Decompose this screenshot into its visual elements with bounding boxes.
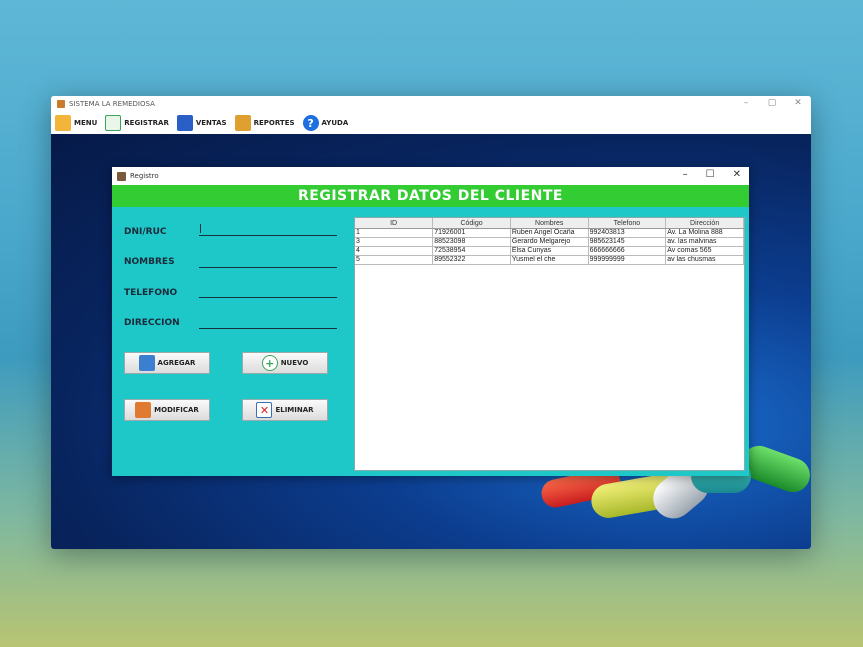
delete-icon: ✕	[256, 402, 273, 418]
table-cell: av. las malvinas	[665, 237, 744, 247]
button-label: ELIMINAR	[275, 406, 314, 414]
menu-item-label: AYUDA	[321, 119, 349, 127]
menu-item-label: VENTAS	[195, 119, 227, 127]
menu-item-ventas[interactable]: VENTAS	[176, 115, 227, 131]
button-label: AGREGAR	[157, 359, 196, 367]
column-header-codigo[interactable]: Código	[432, 218, 511, 229]
button-label: NUEVO	[280, 359, 309, 367]
nuevo-button[interactable]: + NUEVO	[242, 352, 328, 374]
save-icon	[138, 355, 155, 371]
header-banner: REGISTRAR DATOS DEL CLIENTE	[112, 185, 749, 207]
direccion-label: DIRECCION	[124, 318, 180, 328]
clients-table-panel: ID Código Nombres Telefono Dirección 1 7…	[354, 217, 745, 471]
nombres-field[interactable]	[199, 267, 337, 268]
report-icon	[234, 115, 251, 131]
column-header-id[interactable]: ID	[355, 218, 434, 229]
table-cell: Av comas 565	[665, 246, 744, 256]
minimize-icon[interactable]: –	[683, 169, 688, 180]
telefono-label: TELEFONO	[124, 288, 178, 298]
menu-item-reportes[interactable]: REPORTES	[234, 115, 295, 131]
dialog-title: Registro	[130, 172, 159, 180]
menu-item-label: REPORTES	[253, 119, 295, 127]
table-cell: Gerardo Melgarejo	[510, 237, 589, 247]
table-cell: Elsa Cunyas	[510, 246, 589, 256]
table-row[interactable]: 1 71926001 Ruben Angel Ocaña 992403813 A…	[355, 228, 744, 238]
clients-table: ID Código Nombres Telefono Dirección 1 7…	[355, 218, 744, 265]
table-cell: 999999999	[588, 255, 667, 265]
table-cell: 5	[355, 255, 434, 265]
register-icon	[105, 115, 122, 131]
main-window-title: SISTEMA LA REMEDIOSA	[69, 100, 155, 108]
modificar-button[interactable]: MODIFICAR	[124, 399, 210, 421]
app-icon	[57, 100, 65, 108]
table-cell: 992403813	[588, 228, 667, 238]
dni-ruc-label: DNI/RUC	[124, 227, 167, 237]
telefono-field[interactable]	[199, 297, 337, 298]
menu-item-menu[interactable]: MENU	[55, 115, 97, 131]
eliminar-button[interactable]: ✕ ELIMINAR	[242, 399, 328, 421]
table-cell: 3	[355, 237, 434, 247]
table-cell: 985623145	[588, 237, 667, 247]
page-title: REGISTRAR DATOS DEL CLIENTE	[297, 188, 563, 204]
column-header-telefono[interactable]: Telefono	[588, 218, 667, 229]
table-cell: 666666666	[588, 246, 667, 256]
registro-dialog: Registro – ☐ ✕ REGISTRAR DATOS DEL CLIEN…	[112, 167, 749, 476]
column-header-nombres[interactable]: Nombres	[510, 218, 589, 229]
menubar: MENU REGISTRAR VENTAS REPORTES ? AYUDA	[51, 112, 811, 134]
menu-item-ayuda[interactable]: ? AYUDA	[302, 115, 349, 131]
close-icon[interactable]: ✕	[793, 98, 803, 108]
store-icon	[176, 115, 193, 131]
table-cell: 4	[355, 246, 434, 256]
add-icon: +	[261, 355, 278, 371]
table-row[interactable]: 5 89552322 Yusmel el che 999999999 av la…	[355, 255, 744, 265]
table-row[interactable]: 4 72538954 Elsa Cunyas 666666666 Av coma…	[355, 246, 744, 256]
maximize-icon[interactable]: ☐	[706, 169, 715, 180]
main-titlebar: SISTEMA LA REMEDIOSA – ▢ ✕	[51, 96, 811, 112]
table-cell: av las chusmas	[665, 255, 744, 265]
text-caret	[200, 224, 201, 233]
folder-icon	[55, 115, 71, 131]
help-icon: ?	[302, 115, 319, 131]
menu-item-registrar[interactable]: REGISTRAR	[105, 115, 169, 131]
table-row[interactable]: 3 88523098 Gerardo Melgarejo 985623145 a…	[355, 237, 744, 247]
dialog-controls: – ☐ ✕	[683, 169, 741, 180]
table-cell: 72538954	[432, 246, 511, 256]
minimize-icon[interactable]: –	[741, 98, 751, 108]
nombres-label: NOMBRES	[124, 257, 175, 267]
menu-item-label: REGISTRAR	[124, 119, 169, 127]
column-header-direccion[interactable]: Dirección	[665, 218, 744, 229]
menu-item-label: MENU	[74, 119, 98, 127]
close-icon[interactable]: ✕	[733, 169, 741, 180]
direccion-field[interactable]	[199, 328, 337, 329]
table-header-row: ID Código Nombres Telefono Dirección	[355, 218, 744, 229]
edit-icon	[135, 402, 152, 418]
dialog-titlebar: Registro – ☐ ✕	[112, 167, 749, 185]
table-cell: Ruben Angel Ocaña	[510, 228, 589, 238]
table-cell: 89552322	[432, 255, 511, 265]
main-window-controls: – ▢ ✕	[741, 98, 803, 108]
table-cell: 71926001	[432, 228, 511, 238]
table-cell: Av. La Molina 888	[665, 228, 744, 238]
table-cell: Yusmel el che	[510, 255, 589, 265]
agregar-button[interactable]: AGREGAR	[124, 352, 210, 374]
table-cell: 1	[355, 228, 434, 238]
dni-ruc-field[interactable]	[199, 235, 337, 236]
button-label: MODIFICAR	[154, 406, 199, 414]
dialog-app-icon	[117, 171, 126, 181]
table-cell: 88523098	[432, 237, 511, 247]
maximize-icon[interactable]: ▢	[767, 98, 777, 108]
